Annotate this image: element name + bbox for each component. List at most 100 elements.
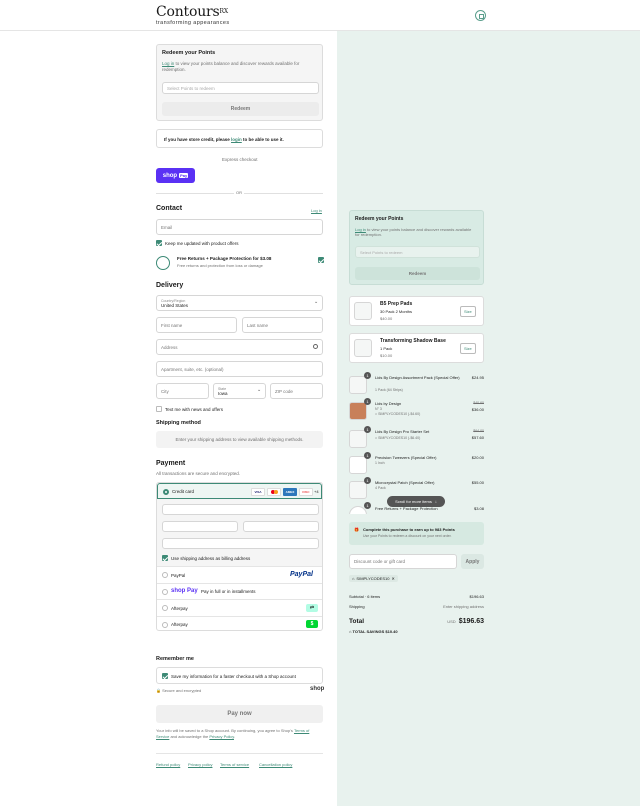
paypal-logo: PayPal [290, 571, 313, 578]
amex-icon: AMEX [283, 488, 297, 496]
redeem-button[interactable]: Redeem [162, 102, 319, 116]
upsell-price: $10.00 [380, 353, 393, 358]
discount-code-field[interactable]: Discount code or gift card [349, 554, 457, 569]
store-credit-login-link[interactable]: login [231, 137, 242, 142]
product-image [349, 402, 367, 420]
privacy-policy-link[interactable]: Privacy policy [188, 762, 212, 767]
shop-privacy-link[interactable]: Privacy Policy [209, 734, 234, 739]
total-value: $196.63 [458, 618, 484, 625]
refund-policy-link[interactable]: Refund policy [156, 762, 180, 767]
legal-pre: Your info will be saved to a Shop accoun… [156, 728, 294, 733]
footer-divider [156, 753, 323, 754]
afterpay-radio[interactable] [162, 605, 168, 611]
card-number-field[interactable] [162, 504, 319, 515]
item-price: $20.00 [471, 455, 484, 460]
country-select[interactable]: Country/Region United States [156, 295, 323, 311]
shop-pay-badge: Pay [179, 173, 189, 178]
shipping-label: Shipping [349, 604, 365, 609]
remember-me-checkbox[interactable] [162, 673, 168, 679]
card-expiry-field[interactable] [162, 521, 238, 532]
billing-same-checkbox[interactable] [162, 555, 168, 561]
cancellation-policy-link[interactable]: Cancellation policy [259, 762, 292, 767]
upsell-product-image [354, 302, 372, 320]
brand-sup: RX [219, 8, 229, 15]
card-name-field[interactable] [162, 538, 319, 549]
item-old-price: $40.60 [473, 401, 484, 405]
keep-updated-checkbox[interactable] [156, 240, 162, 246]
card-cvv-field[interactable] [243, 521, 319, 532]
scroll-hint-label: Scroll for more items [395, 499, 432, 504]
zip-field[interactable]: ZIP code [270, 383, 323, 399]
upsell-size-button[interactable]: Size [460, 306, 476, 317]
secure-text: Secure and encrypted [162, 688, 202, 693]
remove-discount-icon[interactable]: ✕ [391, 576, 394, 581]
brand-name: Contours [156, 4, 220, 20]
cashapp-afterpay-option[interactable]: Afterpay $ [157, 616, 322, 630]
product-image [349, 456, 367, 474]
remember-me-box: Save my information for a faster checkou… [156, 667, 323, 684]
order-summary: Redeem your Points Log in to view your p… [337, 31, 640, 806]
redeem-points-select[interactable]: Select Points to redeem [162, 82, 319, 94]
points-banner: 🎁 Complete this purchase to earn up to 9… [349, 522, 484, 545]
item-discount: SIMPLYCODES10 (-$4.60) [378, 412, 421, 416]
afterpay-option[interactable]: Afterpay ⇄ [157, 599, 322, 616]
legal-text: Your info will be saved to a Shop accoun… [156, 728, 321, 740]
product-image [349, 376, 367, 394]
summary-redeem-select[interactable]: Select Points to redeem [355, 246, 480, 258]
shop-pay-installments-label: Pay in full or in installments [201, 589, 256, 594]
afterpay-icon: ⇄ [306, 604, 318, 612]
address-field[interactable]: Address [156, 339, 323, 355]
shop-pay-logo: shop Pay [171, 588, 198, 594]
credit-card-option[interactable]: Credit card VISA AMEX DISC +4 [157, 483, 322, 499]
shipping-method-message: Enter your shipping address to view avai… [156, 431, 323, 448]
summary-redeem-title: Redeem your Points [355, 216, 404, 222]
delivery-heading: Delivery [156, 282, 184, 289]
redeem-points-panel-summary: Redeem your Points Log in to view your p… [349, 210, 484, 285]
paypal-radio[interactable] [162, 572, 168, 578]
quantity-badge: 1 [364, 426, 371, 433]
upsell-variant: 30 Pack 2 Months [380, 309, 413, 314]
quantity-badge: 1 [364, 452, 371, 459]
shop-logo: shop [310, 686, 325, 692]
contact-login-link[interactable]: Log in [311, 208, 322, 213]
pay-now-button[interactable]: Pay now [156, 705, 323, 723]
points-banner-text: Use your Points to redeem a discount on … [363, 534, 452, 538]
summary-redeem-button[interactable]: Redeem [355, 267, 480, 280]
protection-checkbox[interactable] [318, 257, 324, 263]
text-news-checkbox[interactable] [156, 406, 162, 412]
chevron-down-icon: ⌄ [257, 387, 262, 393]
upsell-name: Transforming Shadow Base [380, 338, 446, 344]
secure-label: 🔒 Secure and encrypted [156, 688, 202, 693]
upsell-size-button[interactable]: Size [460, 343, 476, 354]
terms-of-service-link[interactable]: Terms of service [220, 762, 249, 767]
upsell-card: Transforming Shadow Base 1 Pack $10.00 S… [349, 333, 484, 363]
upsell-card: B5 Prep Pads 30 Pack 2 Months $40.00 Siz… [349, 296, 484, 326]
apply-discount-button[interactable]: Apply [461, 554, 484, 569]
cashapp-radio[interactable] [162, 622, 168, 628]
brand-logo[interactable]: ContoursRX transforming appearances [156, 5, 230, 26]
contact-heading: Contact [156, 205, 183, 212]
shop-pay-word: shop [162, 172, 178, 179]
city-field[interactable]: City [156, 383, 209, 399]
shopping-bag-icon[interactable] [475, 10, 486, 21]
card-fields: Use shipping address as billing address [157, 499, 322, 566]
shop-pay-button[interactable]: shop Pay [156, 168, 195, 183]
apartment-field[interactable]: Apartment, suite, etc. (optional) [156, 361, 323, 377]
redeem-login-link[interactable]: Log in [162, 61, 174, 66]
shop-pay-radio[interactable] [162, 589, 168, 595]
item-price: $57.60 [471, 435, 484, 440]
state-value: Iowa [218, 390, 228, 396]
email-field[interactable]: Email [156, 219, 323, 235]
discount-tag: ⌂ SIMPLYCODES10 (-$4.60) [375, 412, 421, 416]
tag-icon: ⌂ [352, 576, 355, 581]
credit-card-label: Credit card [172, 489, 195, 494]
express-checkout-label: Express checkout [222, 157, 258, 162]
scroll-more-button[interactable]: Scroll for more items ↓ [387, 496, 445, 507]
shield-icon [156, 256, 170, 270]
credit-card-radio[interactable] [163, 489, 169, 495]
last-name-field[interactable]: Last name [242, 317, 323, 333]
shop-pay-option[interactable]: shop Pay Pay in full or in installments [157, 583, 322, 599]
product-image [349, 430, 367, 448]
paypal-option[interactable]: PayPal PayPal [157, 566, 322, 583]
first-name-field[interactable]: First name [156, 317, 237, 333]
